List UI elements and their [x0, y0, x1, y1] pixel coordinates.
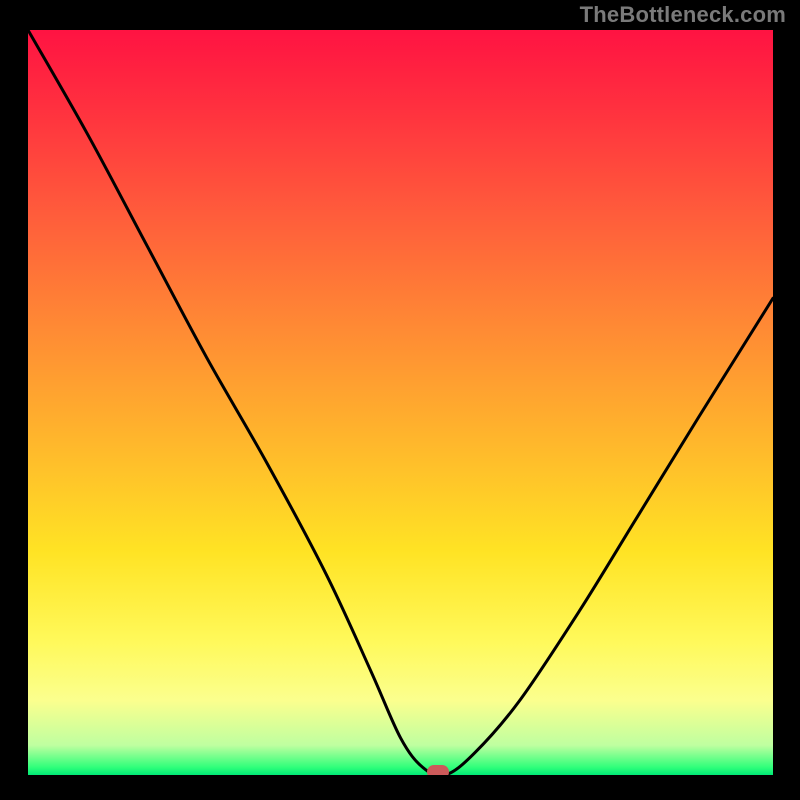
- chart-frame: TheBottleneck.com: [0, 0, 800, 800]
- optimal-marker: [427, 765, 449, 775]
- plot-area: [28, 30, 773, 775]
- watermark-text: TheBottleneck.com: [580, 2, 786, 28]
- bottleneck-curve: [28, 30, 773, 775]
- curve-path: [28, 30, 773, 775]
